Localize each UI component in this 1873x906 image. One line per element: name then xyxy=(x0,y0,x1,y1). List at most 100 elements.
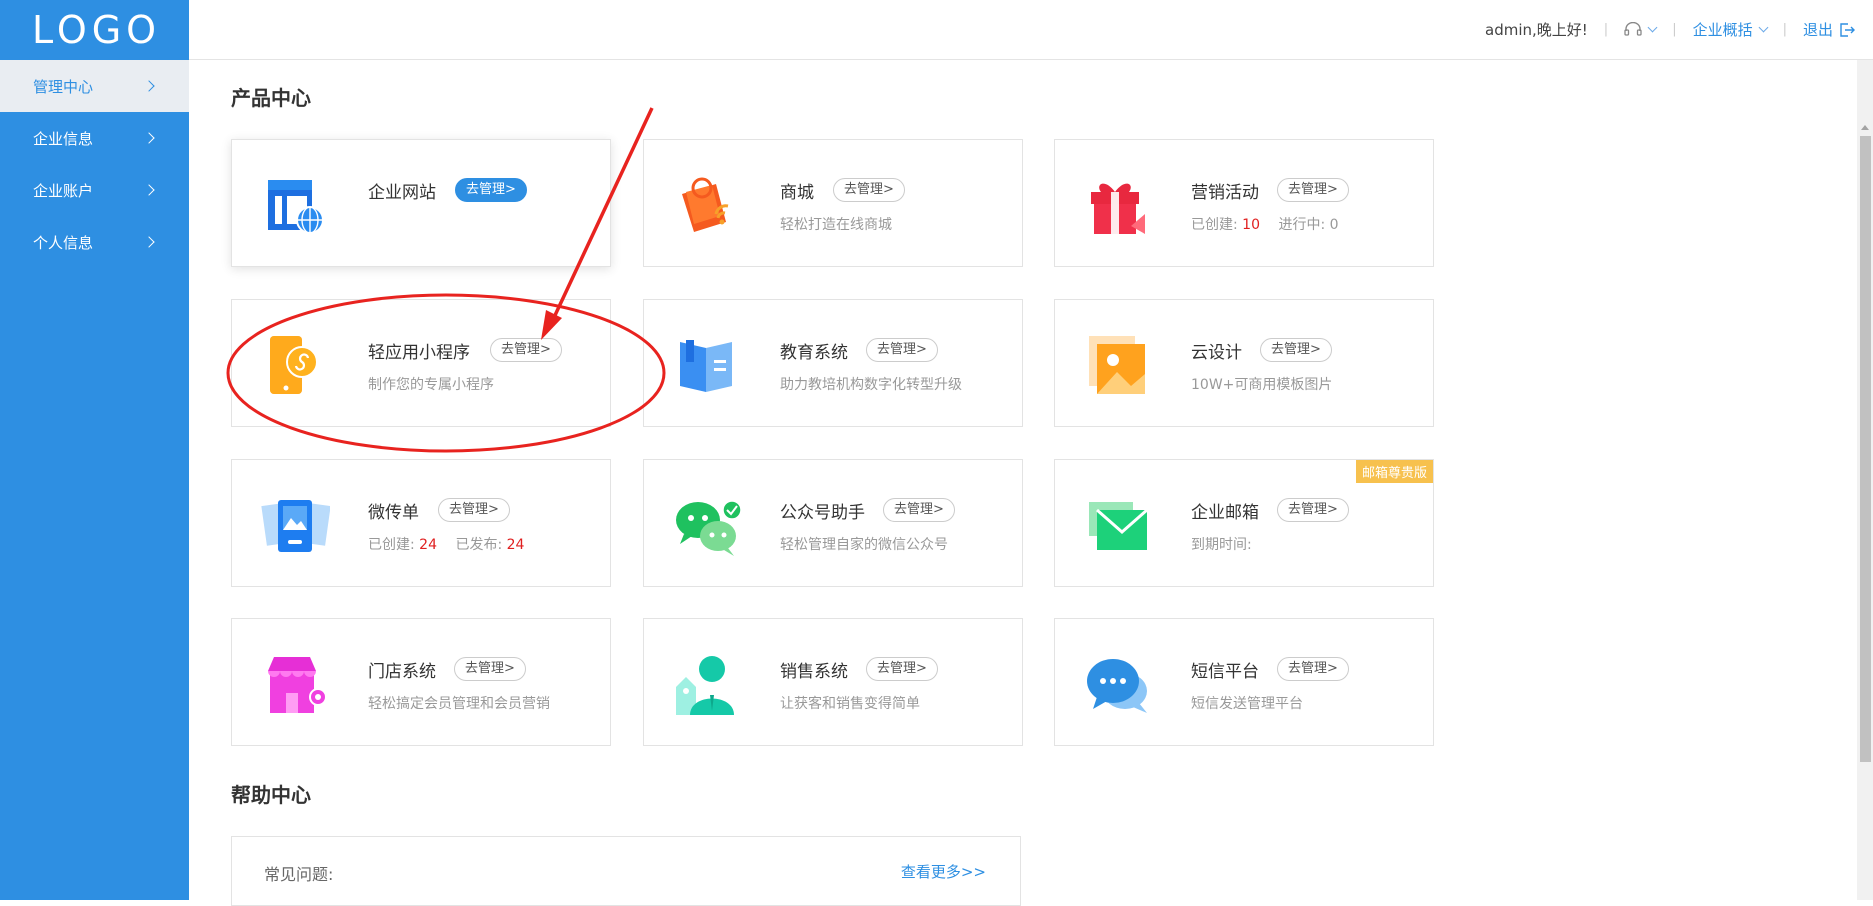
sidebar-item-company-info[interactable]: 企业信息 xyxy=(0,112,189,164)
manage-button[interactable]: 去管理> xyxy=(866,657,938,681)
divider: | xyxy=(1603,22,1609,37)
divider: | xyxy=(1782,22,1787,37)
product-name: 微传单 xyxy=(368,503,419,523)
manage-button[interactable]: 去管理> xyxy=(883,498,955,522)
sidebar-item-label: 个人信息 xyxy=(33,233,94,252)
product-name: 企业邮箱 xyxy=(1191,503,1259,523)
product-name: 公众号助手 xyxy=(780,503,865,523)
product-desc: 10W+可商用模板图片 xyxy=(1191,377,1333,393)
product-card-company-email[interactable]: 企业邮箱 去管理> 到期时间: 邮箱尊贵版 xyxy=(1054,459,1434,587)
published-count: 24 xyxy=(506,537,525,553)
product-card-mall[interactable]: 商城 去管理> 轻松打造在线商城 xyxy=(643,139,1023,267)
ongoing-count: 0 xyxy=(1329,217,1339,233)
product-card-flyer[interactable]: 微传单 去管理> 已创建: 24 已发布: 24 xyxy=(231,459,611,587)
product-card-store[interactable]: 门店系统 去管理> 轻松搞定会员管理和会员营销 xyxy=(231,618,611,746)
sidebar-item-label: 企业信息 xyxy=(33,129,94,148)
manage-button[interactable]: 去管理> xyxy=(1277,178,1349,202)
product-name: 企业网站 xyxy=(368,183,436,203)
manage-button[interactable]: 去管理> xyxy=(1260,338,1332,362)
sidebar-item-label: 管理中心 xyxy=(33,77,94,96)
website-icon xyxy=(268,180,324,234)
created-label: 已创建: xyxy=(1191,217,1238,233)
manage-button[interactable]: 去管理> xyxy=(833,178,905,202)
logout-button[interactable]: 退出 xyxy=(1803,19,1855,40)
book-icon xyxy=(680,340,732,392)
product-name: 销售系统 xyxy=(780,662,848,682)
sidebar-item-management-center[interactable]: 管理中心 xyxy=(0,60,189,112)
product-name: 教育系统 xyxy=(780,343,848,363)
gift-icon xyxy=(1091,183,1145,234)
product-desc: 短信发送管理平台 xyxy=(1191,696,1303,712)
flyer-icon xyxy=(261,500,330,552)
products-title: 产品中心 xyxy=(231,86,311,110)
sidebar: LOGO 管理中心 企业信息 企业账户 个人信息 xyxy=(0,0,189,900)
product-card-sales[interactable]: 销售系统 去管理> 让获客和销售变得简单 xyxy=(643,618,1023,746)
company-overview-menu[interactable]: 企业概括 xyxy=(1693,19,1769,40)
chevron-down-icon xyxy=(1758,22,1769,32)
scroll-up-arrow-icon[interactable] xyxy=(1861,125,1869,130)
manage-button[interactable]: 去管理> xyxy=(1277,498,1349,522)
product-desc: 轻松打造在线商城 xyxy=(780,217,892,233)
shopping-bag-icon xyxy=(682,177,729,232)
store-icon xyxy=(268,657,327,713)
product-card-mini-program[interactable]: 轻应用小程序 去管理> 制作您的专属小程序 xyxy=(231,299,611,427)
sidebar-item-label: 企业账户 xyxy=(33,181,94,200)
mail-icon xyxy=(1089,502,1148,550)
salesperson-icon xyxy=(676,656,734,715)
created-count: 10 xyxy=(1242,217,1260,233)
product-desc: 制作您的专属小程序 xyxy=(368,377,494,393)
chevron-right-icon xyxy=(143,80,155,92)
ongoing-label: 进行中: xyxy=(1278,217,1326,233)
view-more-link[interactable]: 查看更多>> xyxy=(901,861,986,882)
sidebar-item-company-account[interactable]: 企业账户 xyxy=(0,164,189,216)
manage-button[interactable]: 去管理> xyxy=(454,657,526,681)
product-card-marketing[interactable]: 营销活动 去管理> 已创建: 10 进行中: 0 xyxy=(1054,139,1434,267)
support-menu[interactable] xyxy=(1624,21,1658,38)
manage-button[interactable]: 去管理> xyxy=(438,498,510,522)
vertical-scrollbar[interactable] xyxy=(1857,60,1873,900)
header-right: admin,晚上好! | | 企业概括 | 退出 xyxy=(1485,19,1855,40)
chevron-right-icon xyxy=(143,132,155,144)
product-desc: 轻松搞定会员管理和会员营销 xyxy=(368,696,550,712)
product-stats: 已创建: 10 进行中: 0 xyxy=(1191,214,1339,234)
manage-button[interactable]: 去管理> xyxy=(455,178,527,202)
chevron-down-icon xyxy=(1647,22,1658,32)
product-desc: 让获客和销售变得简单 xyxy=(780,696,920,712)
sidebar-item-personal-info[interactable]: 个人信息 xyxy=(0,216,189,268)
product-card-sms[interactable]: 短信平台 去管理> 短信发送管理平台 xyxy=(1054,618,1434,746)
product-name: 营销活动 xyxy=(1191,183,1259,203)
logout-icon xyxy=(1840,22,1855,37)
logout-label: 退出 xyxy=(1802,21,1833,39)
product-stats: 已创建: 24 已发布: 24 xyxy=(368,534,524,554)
manage-button[interactable]: 去管理> xyxy=(1277,657,1349,681)
manage-button[interactable]: 去管理> xyxy=(490,338,562,362)
product-card-education[interactable]: 教育系统 去管理> 助力教培机构数字化转型升级 xyxy=(643,299,1023,427)
annotation-overlay xyxy=(226,107,666,453)
chevron-right-icon xyxy=(143,236,155,248)
manage-button[interactable]: 去管理> xyxy=(866,338,938,362)
mini-program-icon xyxy=(270,336,318,394)
created-count: 24 xyxy=(419,537,437,553)
faq-panel: 常见问题: 查看更多>> xyxy=(231,836,1021,906)
created-label: 已创建: xyxy=(368,537,415,553)
headset-icon xyxy=(1624,21,1642,36)
divider: | xyxy=(1672,22,1677,37)
chevron-right-icon xyxy=(143,184,155,196)
product-card-cloud-design[interactable]: 云设计 去管理> 10W+可商用模板图片 xyxy=(1054,299,1434,427)
wechat-icon xyxy=(676,500,742,556)
published-label: 已发布: xyxy=(455,537,503,553)
product-card-official-account[interactable]: 公众号助手 去管理> 轻松管理自家的微信公众号 xyxy=(643,459,1023,587)
product-name: 短信平台 xyxy=(1191,662,1259,682)
scrollbar-thumb[interactable] xyxy=(1860,136,1871,762)
greeting-text: admin,晚上好! xyxy=(1485,21,1588,39)
product-desc: 助力教培机构数字化转型升级 xyxy=(780,377,962,393)
premium-badge: 邮箱尊贵版 xyxy=(1355,460,1433,483)
product-card-website[interactable]: 企业网站 去管理> xyxy=(231,139,611,267)
chat-bubble-icon xyxy=(1087,659,1147,713)
product-name: 商城 xyxy=(780,183,814,203)
faq-label: 常见问题: xyxy=(264,865,334,884)
image-icon xyxy=(1089,336,1145,394)
product-name: 云设计 xyxy=(1191,343,1242,363)
product-desc: 轻松管理自家的微信公众号 xyxy=(780,537,948,553)
logo: LOGO xyxy=(32,8,162,52)
